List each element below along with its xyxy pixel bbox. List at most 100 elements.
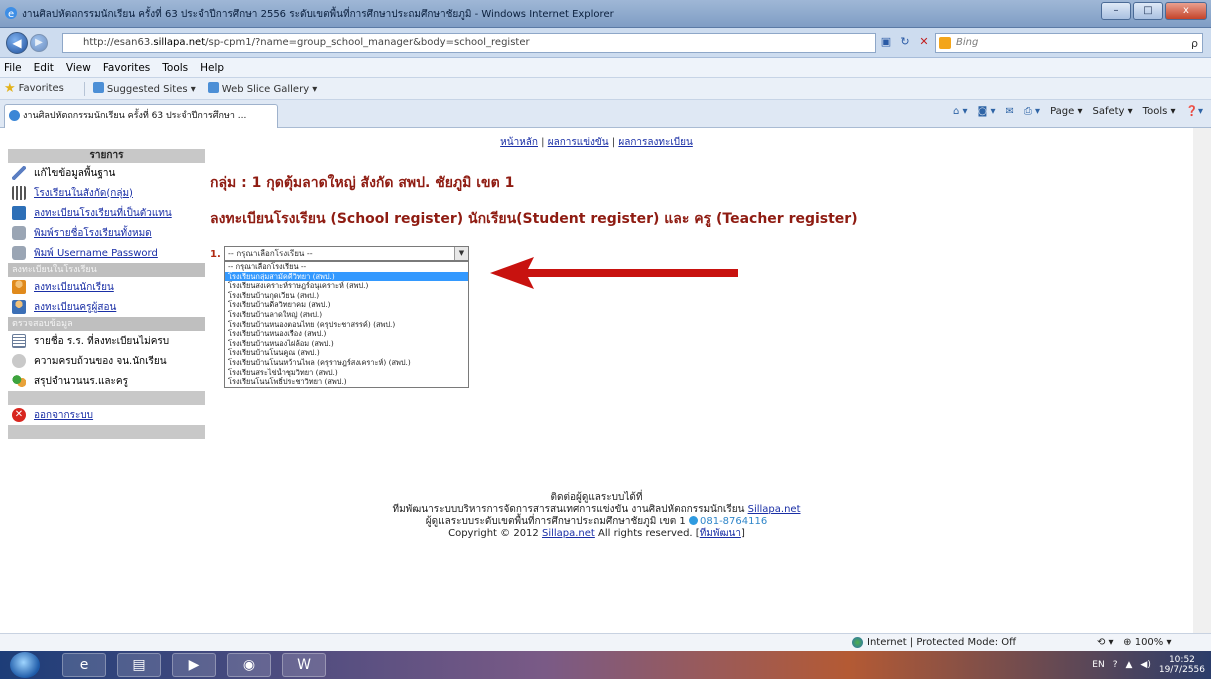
language-indicator[interactable]: EN <box>1092 660 1104 670</box>
suggested-sites-link[interactable]: Suggested Sites ▾ <box>92 82 196 95</box>
refresh-icon[interactable]: ↻ <box>897 34 913 50</box>
school-option[interactable]: โรงเรียนบ้านหนองเรือง (สพป.) <box>225 329 468 339</box>
change-icon: ⟲ ▾ <box>1097 637 1114 648</box>
zoom-control[interactable]: ⟲ ▾ ⊕ 100% ▾ <box>1097 637 1172 648</box>
clock[interactable]: 10:52 19/7/2556 <box>1159 655 1205 675</box>
footer-sillapa-link[interactable]: Sillapa.net <box>748 504 801 515</box>
sidebar-item-incomplete-schools[interactable]: รายชื่อ ร.ร. ที่ลงทะเบียนไม่ครบ <box>8 331 205 351</box>
page-menu[interactable]: Page ▾ <box>1050 106 1082 117</box>
bing-icon <box>939 37 951 49</box>
volume-icon[interactable]: ◀) <box>1140 660 1150 670</box>
print-icon[interactable]: ⎙ ▾ <box>1024 106 1040 117</box>
window-titlebar[interactable]: e งานศิลปหัตถกรรมนักเรียน ครั้งที่ 63 ปร… <box>0 0 1211 28</box>
school-option[interactable]: -- กรุณาเลือกโรงเรียน -- <box>225 262 468 272</box>
help-icon[interactable]: ❓▾ <box>1186 106 1203 117</box>
back-button[interactable]: ◀ <box>6 32 28 54</box>
safety-menu[interactable]: Safety ▾ <box>1092 106 1132 117</box>
network-icon[interactable]: ▲ <box>1125 660 1132 670</box>
web-slice-gallery-link[interactable]: Web Slice Gallery ▾ <box>207 82 317 95</box>
school-option[interactable]: โรงเรียนกลุ่มสามัคคีวิทยา (สพป.) <box>225 271 468 282</box>
school-select[interactable]: -- กรุณาเลือกโรงเรียน -- ▼ <box>224 246 469 261</box>
start-button[interactable] <box>10 652 40 678</box>
maximize-button[interactable]: □ <box>1133 2 1163 20</box>
stop-icon[interactable]: ✕ <box>916 34 932 50</box>
tab-title: งานศิลปหัตถกรรมนักเรียน ครั้งที่ 63 ประจ… <box>23 111 247 121</box>
sidebar-item-print-school-list[interactable]: พิมพ์รายชื่อโรงเรียนทั้งหมด <box>8 223 205 243</box>
sidebar-item-print-username-password[interactable]: พิมพ์ Username Password <box>8 243 205 263</box>
nav-competition-results-link[interactable]: ผลการแข่งขัน <box>548 137 609 148</box>
school-option[interactable]: โรงเรียนสงเคราะห์ราษฎร์อนุเคราะห์ (สพป.) <box>225 281 468 291</box>
printer-icon <box>12 226 26 240</box>
home-icon[interactable]: ⌂ ▾ <box>953 106 968 117</box>
favorites-star-icon[interactable]: ★ <box>4 81 16 96</box>
footer-phone[interactable]: 081-8764116 <box>700 516 767 527</box>
sidebar-item-logout[interactable]: ✕ ออกจากระบบ <box>8 405 205 425</box>
menu-favorites[interactable]: Favorites <box>103 62 150 74</box>
minimize-button[interactable]: – <box>1101 2 1131 20</box>
menu-view[interactable]: View <box>66 62 91 74</box>
menu-help[interactable]: Help <box>200 62 224 74</box>
media-player-taskbar-icon[interactable]: ▶ <box>172 653 216 677</box>
school-option[interactable]: โรงเรียนบ้านหนองตอนไทย (ครุประชาสรรค์) (… <box>225 320 468 330</box>
sidebar-item-edit-basic-info[interactable]: แก้ไขข้อมูลพื้นฐาน <box>8 163 205 183</box>
url-domain: sillapa.net <box>153 37 206 48</box>
school-option[interactable]: โรงเรียนบ้านโนนหว้านไพล (ครุราษฎร์สงเครา… <box>225 358 468 368</box>
chevron-down-icon[interactable]: ▼ <box>454 247 468 260</box>
menu-file[interactable]: File <box>4 62 22 74</box>
school-dropdown-list[interactable]: -- กรุณาเลือกโรงเรียน -- โรงเรียนกลุ่มสาม… <box>224 261 469 388</box>
sidebar: รายการ แก้ไขข้อมูลพื้นฐาน โรงเรียนในสังก… <box>8 149 205 439</box>
logout-icon: ✕ <box>12 408 26 422</box>
search-icon[interactable]: ρ <box>1191 35 1198 53</box>
copyright-text: Copyright © 2012 <box>448 528 542 539</box>
tab-active[interactable]: งานศิลปหัตถกรรมนักเรียน ครั้งที่ 63 ประจ… <box>4 104 278 128</box>
menu-tools[interactable]: Tools <box>162 62 188 74</box>
forward-button[interactable]: ▶ <box>30 34 48 52</box>
system-tray: EN ? ▲ ◀) 10:52 19/7/2556 <box>1092 655 1205 675</box>
feeds-icon[interactable]: ◙ ▾ <box>978 106 996 117</box>
menu-edit[interactable]: Edit <box>34 62 54 74</box>
sidebar-item-register-teachers[interactable]: ลงทะเบียนครูผู้สอน <box>8 297 205 317</box>
search-input[interactable]: Bing ρ <box>935 33 1203 53</box>
school-option[interactable]: โรงเรียนบ้านกุดเวียน (สพป.) <box>225 291 468 301</box>
favorites-separator <box>83 81 85 96</box>
help-tray-icon[interactable]: ? <box>1113 660 1118 670</box>
book-icon <box>12 206 26 220</box>
school-option[interactable]: โรงเรียนโนนโพธิ์ประชาวิทยา (สพป.) <box>225 377 468 387</box>
footer-contact: ติดต่อผู้ดูแลระบบได้ที่ <box>550 492 643 503</box>
sidebar-item-label: ลงทะเบียนครูผู้สอน <box>34 301 117 313</box>
sidebar-section-school-register: ลงทะเบียนในโรงเรียน <box>8 263 205 277</box>
sidebar-item-schools-in-group[interactable]: โรงเรียนในสังกัด(กลุ่ม) <box>8 183 205 203</box>
compat-view-icon[interactable]: ▣ <box>878 34 894 50</box>
favorites-bar: ★ Favorites Suggested Sites ▾ Web Slice … <box>0 78 1211 100</box>
copyright-sillapa-link[interactable]: Sillapa.net <box>542 528 595 539</box>
ie-taskbar-icon[interactable]: e <box>62 653 106 677</box>
school-option[interactable]: โรงเรียนบ้านดีลวิทยาคม (สพป.) <box>225 300 468 310</box>
word-taskbar-icon[interactable]: W <box>282 653 326 677</box>
sidebar-item-register-representative[interactable]: ลงทะเบียนโรงเรียนที่เป็นตัวแทน <box>8 203 205 223</box>
sidebar-item-register-students[interactable]: ลงทะเบียนนักเรียน <box>8 277 205 297</box>
school-option[interactable]: โรงเรียนบ้านลาดใหญ่ (สพป.) <box>225 310 468 320</box>
copyright-team-link[interactable]: ทีมพัฒนา <box>700 528 741 539</box>
zoom-level: 100% <box>1134 637 1164 648</box>
sidebar-header: รายการ <box>8 149 205 163</box>
security-zone-label: Internet | Protected Mode: Off <box>867 637 1017 648</box>
mail-icon[interactable]: ✉ <box>1005 106 1013 117</box>
document-list-icon <box>12 334 26 348</box>
sidebar-item-student-completeness[interactable]: ความครบถ้วนของ จน.นักเรียน <box>8 351 205 371</box>
chrome-taskbar-icon[interactable]: ◉ <box>227 653 271 677</box>
nav-registration-results-link[interactable]: ผลการลงทะเบียน <box>618 137 692 148</box>
favorites-button[interactable]: Favorites <box>19 83 64 94</box>
pencil-icon <box>12 166 26 180</box>
school-option[interactable]: โรงเรียนสระไข่น้ำชุมวิทยา (สพป.) <box>225 368 468 378</box>
close-window-button[interactable]: x <box>1165 2 1207 20</box>
tools-menu[interactable]: Tools ▾ <box>1143 106 1176 117</box>
url-path: /sp-cpm1/?name=group_school_manager&body… <box>205 37 530 48</box>
school-option[interactable]: โรงเรียนบ้านหนองไผ่ล้อม (สพป.) <box>225 339 468 349</box>
school-option[interactable]: โรงเรียนบ้านโนนคูณ (สพป.) <box>225 348 468 358</box>
sidebar-item-summary-students-teachers[interactable]: สรุปจำนวนนร.และครู <box>8 371 205 391</box>
security-zone[interactable]: Internet | Protected Mode: Off <box>852 637 1016 648</box>
url-input[interactable]: http://esan63.sillapa.net/sp-cpm1/?name=… <box>62 33 876 53</box>
copyright-bracket: ] <box>740 528 745 539</box>
explorer-taskbar-icon[interactable]: ▤ <box>117 653 161 677</box>
nav-home-link[interactable]: หน้าหลัก <box>500 137 538 148</box>
